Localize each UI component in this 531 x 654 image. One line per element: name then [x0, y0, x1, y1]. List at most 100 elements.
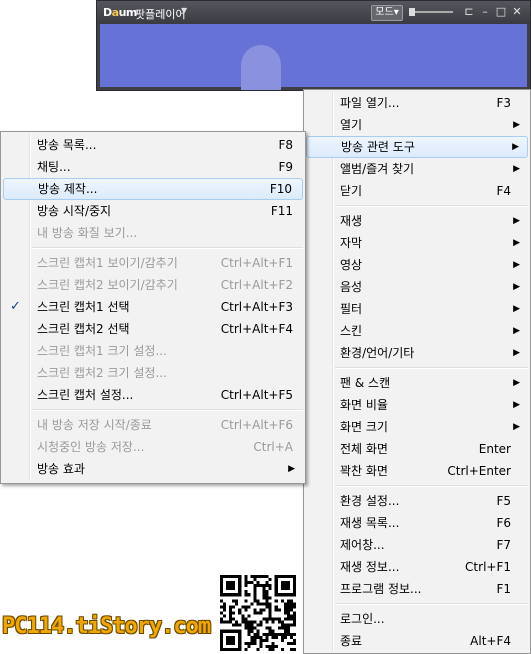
broadcast-submenu-item-shortcut: Ctrl+Alt+F1 [220, 256, 293, 270]
mode-button[interactable]: 모드▾ [371, 5, 403, 21]
context-menu-item-label: 제어창... [340, 538, 385, 552]
context-menu-item[interactable]: 방송 관련 도구 ▶ [306, 136, 528, 158]
submenu-arrow-icon: ▶ [512, 142, 519, 152]
app-title[interactable]: 팟플레이어 [135, 6, 186, 22]
submenu-arrow-icon: ▶ [513, 260, 520, 270]
context-menu-item-label: 앨범/즐겨 찾기 [340, 162, 415, 176]
submenu-arrow-icon: ▶ [513, 304, 520, 314]
context-menu-item[interactable]: 앨범/즐겨 찾기 ▶ [306, 158, 528, 180]
broadcast-submenu-item-shortcut: F10 [269, 182, 292, 196]
context-menu-item-shortcut: Enter [478, 442, 511, 456]
menu-separator [335, 603, 528, 605]
title-dropdown-icon[interactable]: ▼ [181, 6, 187, 15]
context-menu-item[interactable]: 제어창... F7 [306, 534, 528, 556]
context-menu-item[interactable]: 스킨 ▶ [306, 320, 528, 342]
context-menu-item[interactable]: 팬 & 스캔 ▶ [306, 372, 528, 394]
broadcast-submenu-item: 내 방송 저장 시작/종료 Ctrl+Alt+F6 [3, 414, 303, 436]
context-menu-item-label: 환경 설정... [340, 494, 400, 508]
broadcast-submenu-item[interactable]: 스크린 캡처 설정... Ctrl+Alt+F5 [3, 384, 303, 406]
broadcast-submenu-item: 시청중인 방송 저장... Ctrl+A [3, 436, 303, 458]
context-menu-item-shortcut: F4 [496, 184, 511, 198]
broadcast-submenu-item-label: 스크린 캡처1 선택 [37, 300, 130, 314]
context-menu-item[interactable]: 전체 화면 Enter [306, 438, 528, 460]
context-menu-item[interactable]: 프로그램 정보... F1 [306, 578, 528, 600]
broadcast-submenu-item-label: 방송 목록... [37, 138, 97, 152]
broadcast-submenu-item-shortcut: Ctrl+A [253, 440, 293, 454]
submenu-arrow-icon: ▶ [513, 120, 520, 130]
pin-icon[interactable]: ⊏ [463, 6, 475, 18]
close-icon[interactable]: ✕ [511, 6, 523, 18]
player-window: Daum 팟플레이어 ▼ 모드▾ ⊏ – □ ✕ [96, 0, 531, 91]
broadcast-submenu-item[interactable]: 방송 목록... F8 [3, 134, 303, 156]
context-menu-item[interactable]: 꽉찬 화면 Ctrl+Enter [306, 460, 528, 482]
broadcast-submenu-item: 스크린 캡처1 크기 설정... [3, 340, 303, 362]
context-menu-item[interactable]: 로그인... [306, 608, 528, 630]
context-menu-item[interactable]: 재생 정보... Ctrl+F1 [306, 556, 528, 578]
maximize-icon[interactable]: □ [495, 6, 507, 18]
submenu-arrow-icon: ▶ [513, 400, 520, 410]
context-menu-item-label: 음성 [340, 280, 363, 294]
submenu-arrow-icon: ▶ [513, 216, 520, 226]
broadcast-submenu-item-label: 스크린 캡처 설정... [37, 388, 134, 402]
submenu-arrow-icon: ▶ [513, 326, 520, 336]
context-menu-item[interactable]: 재생 목록... F6 [306, 512, 528, 534]
video-placeholder-logo [241, 45, 281, 90]
broadcast-submenu-item[interactable]: 채팅... F9 [3, 156, 303, 178]
video-area[interactable] [100, 24, 527, 90]
broadcast-submenu-item[interactable]: 방송 시작/중지 F11 [3, 200, 303, 222]
mode-button-label: 모드 [375, 7, 394, 18]
menu-separator [32, 409, 303, 411]
context-menu-item-label: 재생 목록... [340, 516, 400, 530]
submenu-arrow-icon: ▶ [513, 422, 520, 432]
title-bar[interactable]: Daum 팟플레이어 ▼ 모드▾ ⊏ – □ ✕ [97, 1, 530, 24]
broadcast-submenu-item-label: 스크린 캡처2 선택 [37, 322, 130, 336]
context-menu-item[interactable]: 닫기 F4 [306, 180, 528, 202]
submenu-arrow-icon: ▶ [513, 238, 520, 248]
context-menu-item[interactable]: 화면 크기 ▶ [306, 416, 528, 438]
context-menu-item[interactable]: 화면 비율 ▶ [306, 394, 528, 416]
context-menu-item-label: 종료 [340, 634, 363, 648]
context-menu-item-label: 화면 비율 [340, 398, 388, 412]
broadcast-submenu-item: 스크린 캡처2 크기 설정... [3, 362, 303, 384]
context-menu-item-label: 닫기 [340, 184, 363, 198]
broadcast-submenu-item-label: 스크린 캡처2 보이기/감추기 [37, 278, 178, 292]
broadcast-submenu-item-label: 채팅... [37, 160, 71, 174]
context-menu: 파일 열기... F3 열기 ▶ 방송 관련 도구 ▶ 앨범/즐겨 찾기 ▶ 닫기 F4 재생 ▶ 자막… [303, 89, 531, 654]
context-menu-item[interactable]: 자막 ▶ [306, 232, 528, 254]
context-menu-item[interactable]: 열기 ▶ [306, 114, 528, 136]
menu-separator [335, 485, 528, 487]
context-menu-item-shortcut: Ctrl+Enter [447, 464, 511, 478]
broadcast-submenu-item[interactable]: 스크린 캡처2 선택 Ctrl+Alt+F4 [3, 318, 303, 340]
broadcast-submenu-item[interactable]: ✓ 스크린 캡처1 선택 Ctrl+Alt+F3 [3, 296, 303, 318]
context-menu-item-label: 재생 [340, 214, 363, 228]
broadcast-submenu-item-shortcut: Ctrl+Alt+F3 [220, 300, 293, 314]
context-menu-item[interactable]: 환경/언어/기타 ▶ [306, 342, 528, 364]
menu-separator [335, 367, 528, 369]
context-menu-item-label: 화면 크기 [340, 420, 388, 434]
minimize-icon[interactable]: – [479, 6, 491, 18]
broadcast-submenu-item-label: 시청중인 방송 저장... [37, 440, 145, 454]
broadcast-submenu-item-shortcut: Ctrl+Alt+F2 [220, 278, 293, 292]
context-menu-item-label: 파일 열기... [340, 96, 400, 110]
broadcast-tools-submenu: 방송 목록... F8 채팅... F9 방송 제작... F10 방송 시작/중지 F11 내… [0, 131, 306, 484]
broadcast-submenu-item-shortcut: Ctrl+Alt+F5 [220, 388, 293, 402]
context-menu-item-shortcut: F1 [496, 582, 511, 596]
broadcast-submenu-item[interactable]: 방송 효과 ▶ [3, 458, 303, 480]
context-menu-item-label: 열기 [340, 118, 363, 132]
broadcast-submenu-item-shortcut: F9 [278, 160, 293, 174]
qr-code-image [220, 575, 296, 651]
opacity-slider[interactable] [409, 8, 453, 16]
context-menu-item[interactable]: 영상 ▶ [306, 254, 528, 276]
context-menu-item[interactable]: 종료 Alt+F4 [306, 630, 528, 652]
submenu-arrow-icon: ▶ [513, 282, 520, 292]
context-menu-item[interactable]: 파일 열기... F3 [306, 92, 528, 114]
submenu-arrow-icon: ▶ [513, 378, 520, 388]
broadcast-submenu-item-label: 방송 시작/중지 [37, 204, 112, 218]
broadcast-submenu-item[interactable]: 방송 제작... F10 [3, 178, 303, 200]
context-menu-item[interactable]: 재생 ▶ [306, 210, 528, 232]
context-menu-item[interactable]: 환경 설정... F5 [306, 490, 528, 512]
context-menu-item-shortcut: F5 [496, 494, 511, 508]
context-menu-item[interactable]: 음성 ▶ [306, 276, 528, 298]
broadcast-submenu-item-label: 방송 효과 [37, 462, 85, 476]
context-menu-item[interactable]: 필터 ▶ [306, 298, 528, 320]
